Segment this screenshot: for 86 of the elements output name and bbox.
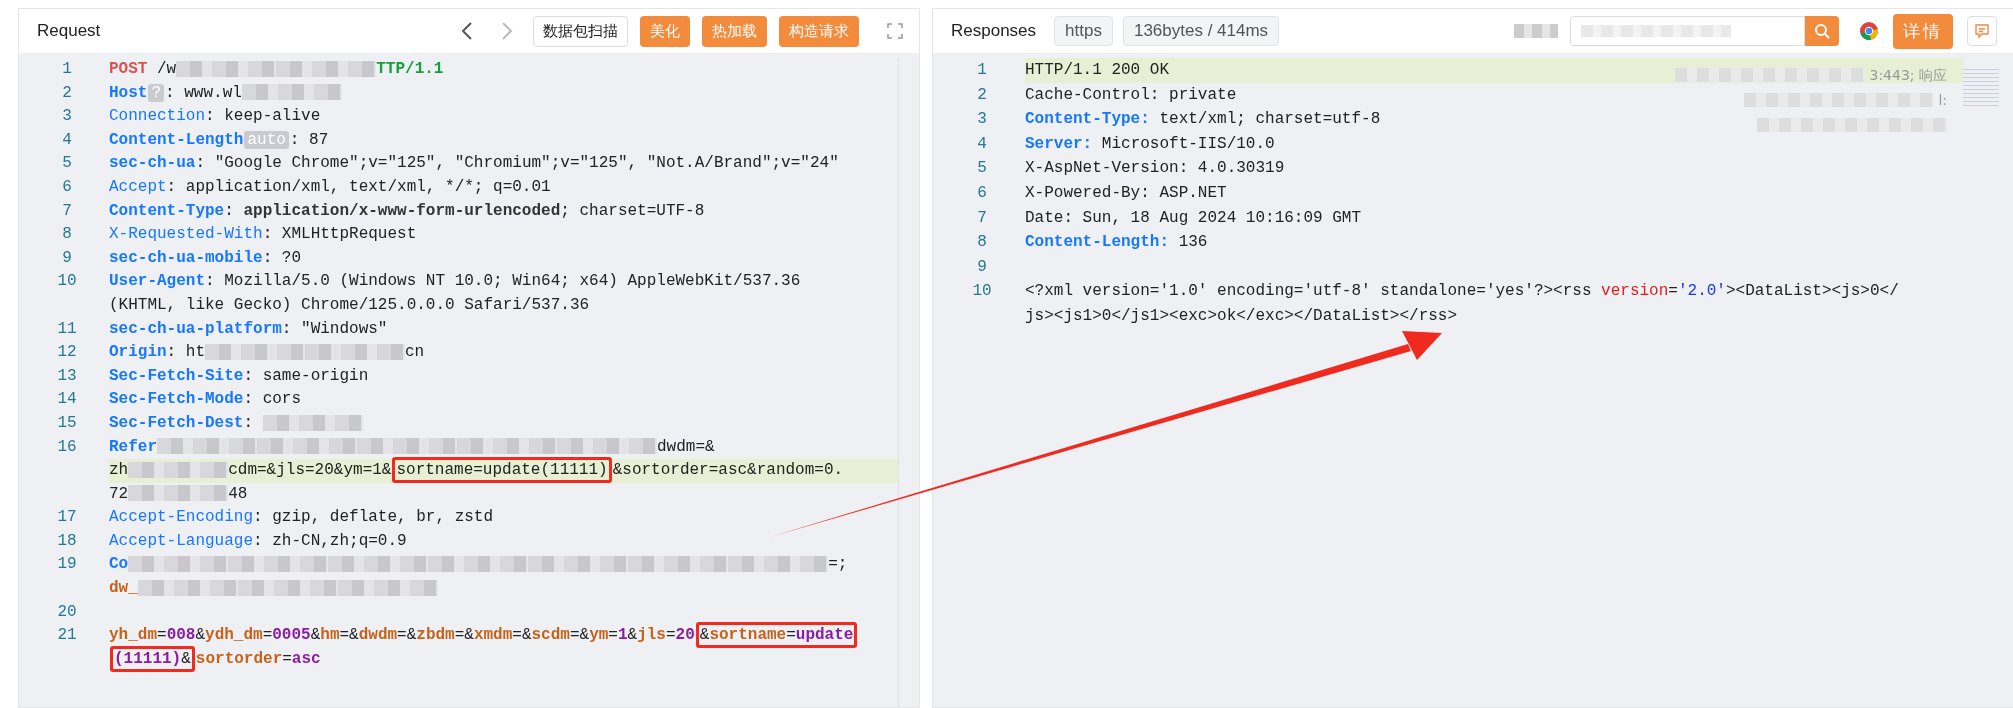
code-line: (KHTML, like Gecko) Chrome/125.0.0.0 Safari/537.36 (109, 294, 590, 316)
line-number: 20 (56, 601, 78, 623)
comment-button[interactable] (1967, 16, 1997, 46)
code-line: HTTP/1.1 200 OK (1025, 60, 1170, 81)
line-number: 9 (61, 247, 73, 269)
minimap (1963, 66, 1999, 106)
line-number: 8 (976, 232, 988, 254)
code-line: Sec-Fetch-Mode: cors (109, 389, 302, 411)
code-line: Cache-Control: private (1025, 84, 1237, 106)
code-line: Content-Type: application/x-www-form-urlencoded; charset=UTF-8 (109, 200, 705, 222)
line-number: 4 (976, 133, 988, 155)
search-button[interactable] (1805, 16, 1839, 46)
info-tag: 136bytes / 414ms (1122, 16, 1280, 46)
line-number: 19 (56, 554, 78, 576)
note-text: 3:443; 响应 (1869, 65, 1947, 85)
code-line: Refer dwdm=& (109, 436, 715, 458)
line-number: 7 (61, 200, 73, 222)
line-number: 6 (61, 176, 73, 198)
line-number: 4 (61, 129, 73, 151)
comment-icon (1974, 23, 1990, 39)
line-number: 17 (56, 507, 78, 529)
code-line: sec-ch-ua-mobile: ?0 (109, 247, 302, 269)
note-text: l: (1938, 90, 1947, 110)
line-number: 3 (976, 109, 988, 131)
chevron-left-icon[interactable] (461, 22, 473, 40)
line-number: 5 (61, 153, 73, 175)
blurred-label (1514, 24, 1558, 38)
code-line: Accept: application/xml, text/xml, */*; q=0.01 (109, 176, 551, 198)
toolbar-button[interactable]: 构造请求 (779, 15, 859, 47)
line-number: 16 (56, 436, 78, 458)
code-line: js><js1>0</js1><exc>ok</exc></DataList></rss> (1025, 305, 1458, 327)
code-line: X-Requested-With: XMLHttpRequest (109, 224, 417, 246)
search-icon (1814, 23, 1830, 39)
line-number: 10 (971, 281, 993, 303)
search-field[interactable] (1570, 16, 1805, 46)
code-line: Connection: keep-alive (109, 106, 321, 128)
line-number: 3 (61, 106, 73, 128)
code-line: Sec-Fetch-Site: same-origin (109, 365, 369, 387)
line-number: 2 (976, 84, 988, 106)
code-line: X-Powered-By: ASP.NET (1025, 182, 1227, 204)
line-number: 2 (61, 82, 73, 104)
code-line: Content-Type: text/xml; charset=utf-8 (1025, 109, 1381, 131)
code-line: dw_ (109, 577, 438, 601)
code-line: POST /w TTP/1.1 (109, 59, 444, 80)
line-number: 10 (56, 271, 78, 293)
code-line: <?xml version='1.0' encoding='utf-8' standalone='yes'?><rss version='2.0'><DataList><js>0</ (1025, 281, 1899, 303)
code-line: Host ? : www.wl (109, 81, 342, 106)
line-number: 5 (976, 158, 988, 180)
info-tag: https (1054, 16, 1113, 46)
line-number: 12 (56, 342, 78, 364)
panel-title: Responses (951, 21, 1037, 41)
code-line: sec-ch-ua-platform: "Windows" (109, 318, 388, 340)
line-number: 1 (976, 60, 988, 81)
line-number: 6 (976, 182, 988, 204)
code-line: yh_dm=008&ydh_dm=0005&hm=&dwdm=&zbdm=&xmdm=&scdm=&ym=1&jls=20 &sortname=update (109, 624, 859, 648)
code-line: Content-Length: 136 (1025, 232, 1208, 254)
code-line: X-AspNet-Version: 4.0.30319 (1025, 158, 1285, 180)
code-line: Co =; (109, 554, 848, 576)
code-line: Sec-Fetch-Dest: (109, 411, 363, 436)
browser-icon[interactable] (1859, 21, 1879, 41)
line-number: 8 (61, 224, 73, 246)
line-number: 18 (56, 530, 78, 552)
chevron-right-icon[interactable] (501, 22, 513, 40)
line-number: 7 (976, 207, 988, 229)
code-line: User-Agent: Mozilla/5.0 (Windows NT 10.0; Win64; x64) AppleWebKit/537.36 (109, 271, 801, 293)
line-number: 14 (56, 389, 78, 411)
code-line: Accept-Language: zh-CN,zh;q=0.9 (109, 530, 407, 552)
line-number: 11 (56, 318, 78, 340)
code-line: Server: Microsoft-IIS/10.0 (1025, 133, 1275, 155)
code-line: zh cdm=&jls=20&ym=1& sortname=update(11111) &sortorder=asc&random=0. (109, 459, 844, 483)
code-line: Origin: ht cn (109, 342, 425, 364)
details-button[interactable]: 详情 (1893, 13, 1953, 49)
line-number: 15 (56, 412, 78, 434)
code-line: sec-ch-ua: "Google Chrome";v="125", "Chromium";v="125", "Not.A/Brand";v="24" (109, 153, 839, 175)
line-number: 21 (56, 625, 78, 647)
code-line: Accept-Encoding: gzip, deflate, br, zstd (109, 507, 494, 529)
line-number: 9 (976, 256, 988, 278)
line-number: 1 (61, 59, 73, 80)
toolbar-button[interactable]: 热加载 (702, 15, 767, 47)
panel-title: Request (37, 21, 101, 41)
scan-button[interactable]: 数据包扫描 (533, 15, 628, 47)
line-number: 13 (56, 365, 78, 387)
code-line: (11111)& sortorder=asc (109, 647, 321, 672)
code-line: Date: Sun, 18 Aug 2024 10:16:09 GMT (1025, 207, 1362, 229)
fullscreen-icon[interactable] (887, 23, 903, 39)
toolbar-button[interactable]: 美化 (640, 15, 690, 47)
